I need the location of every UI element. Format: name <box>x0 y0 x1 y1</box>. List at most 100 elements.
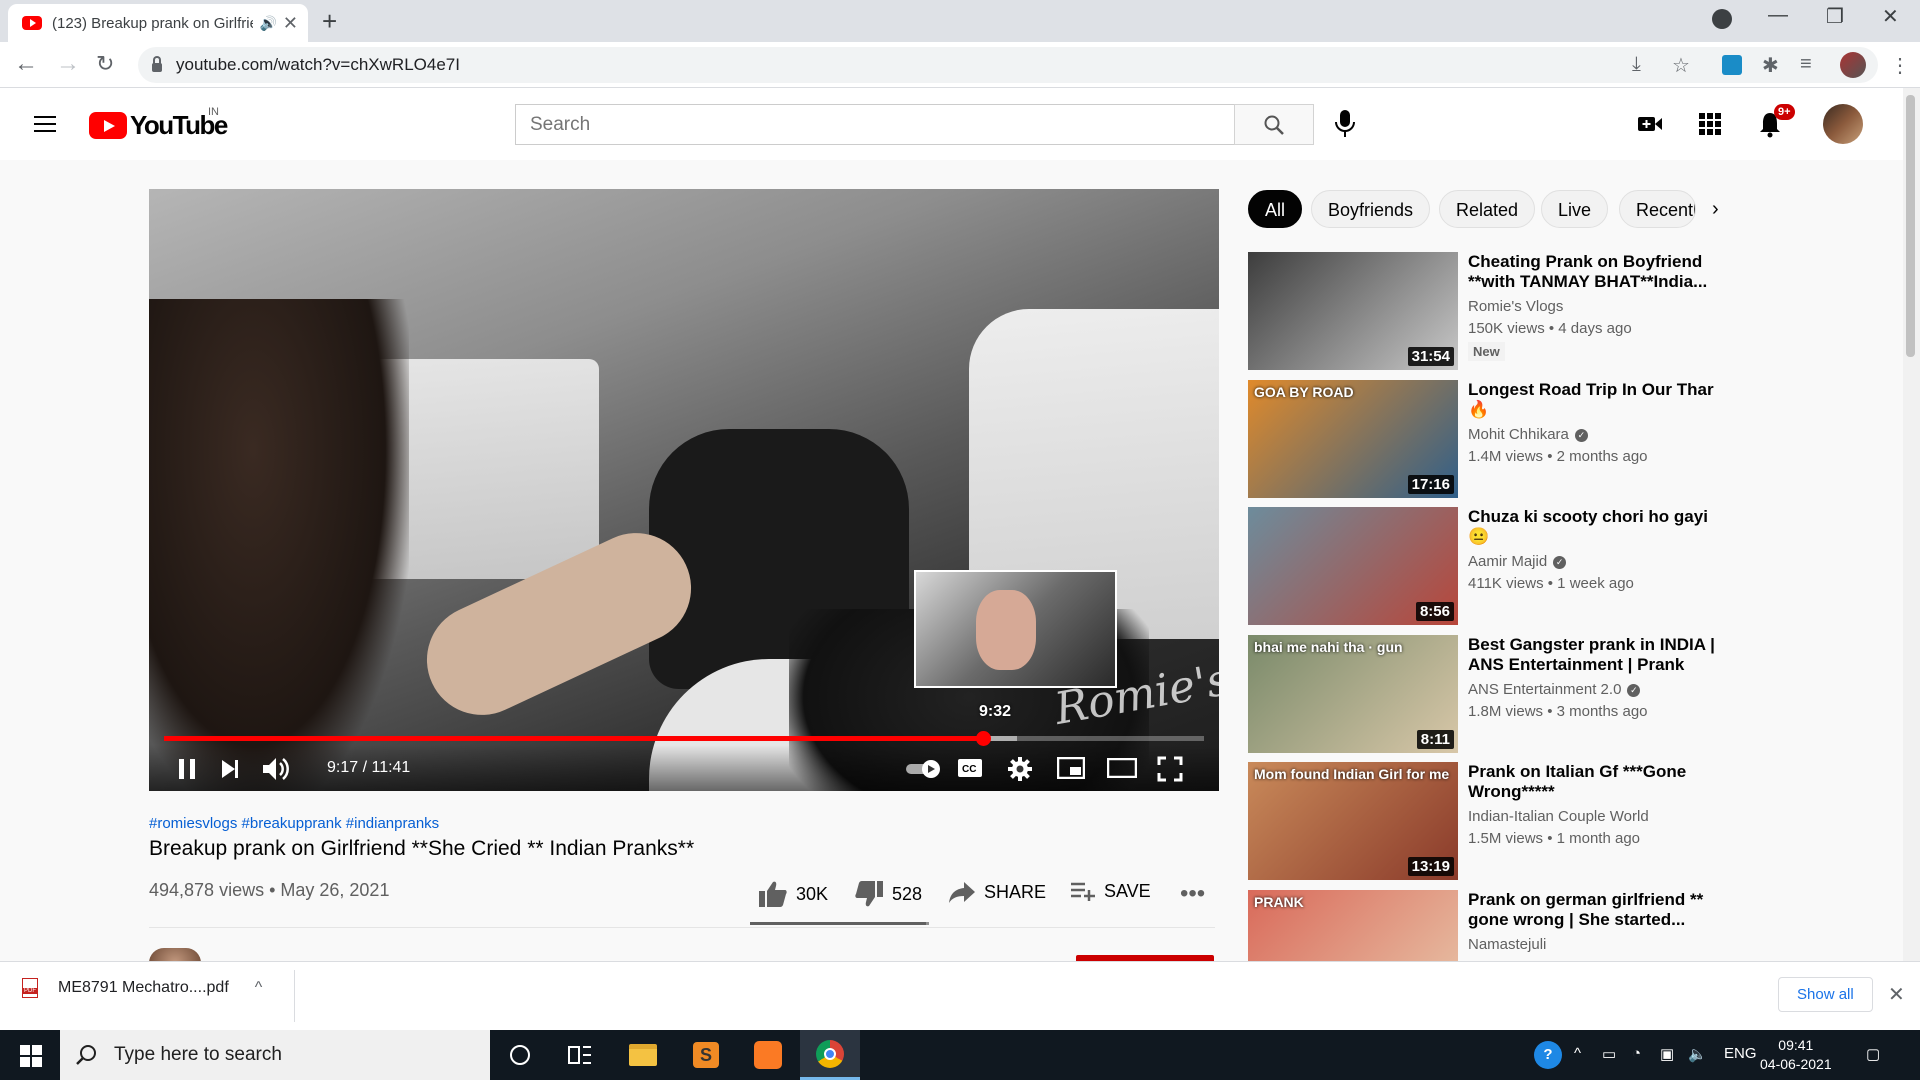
recommendation-channel[interactable]: Indian-Italian Couple World <box>1468 808 1649 825</box>
recommendation-item[interactable]: Mom found Indian Girl for me 13:19 Prank o… <box>1248 762 1718 880</box>
recommendation-channel[interactable]: Aamir Majid ✓ <box>1468 553 1567 570</box>
recommendation-item[interactable]: 31:54 Cheating Prank on Boyfriend **with … <box>1248 252 1718 370</box>
recommendation-channel[interactable]: ANS Entertainment 2.0 ✓ <box>1468 681 1641 698</box>
miniplayer-icon[interactable] <box>1057 757 1085 779</box>
chips-next-chevron-icon[interactable]: › <box>1712 198 1719 221</box>
recommendation-thumbnail[interactable]: bhai me nahi tha · gun 8:11 <box>1248 635 1458 753</box>
share-button[interactable]: SHARE <box>948 880 1046 904</box>
minimize-icon[interactable]: — <box>1768 4 1788 27</box>
autoplay-toggle-icon[interactable] <box>905 759 943 779</box>
recommendation-item[interactable]: bhai me nahi tha · gun 8:11 Best Gangster … <box>1248 635 1718 753</box>
media-control-icon[interactable]: ≡ <box>1800 53 1812 76</box>
windows-start-icon[interactable] <box>20 1045 42 1067</box>
install-app-icon[interactable]: ⤓ <box>1632 53 1641 76</box>
extension-icon[interactable] <box>1722 55 1742 75</box>
recommendation-title[interactable]: Longest Road Trip In Our Thar 🔥 <box>1468 380 1718 420</box>
notification-center-icon[interactable]: ▢ <box>1866 1045 1880 1063</box>
address-bar[interactable]: youtube.com/watch?v=chXwRLO4e7I <box>138 47 1878 83</box>
recommendation-meta: 1.5M views • 1 month ago <box>1468 830 1641 847</box>
recommendation-thumbnail[interactable]: 31:54 <box>1248 252 1458 370</box>
create-video-icon[interactable] <box>1636 110 1664 138</box>
theater-mode-icon[interactable] <box>1107 758 1137 778</box>
reload-icon[interactable]: ↻ <box>96 51 114 77</box>
apps-grid-icon[interactable] <box>1696 110 1724 138</box>
chip-boyfriends[interactable]: Boyfriends <box>1311 190 1431 228</box>
page-scrollbar-thumb[interactable] <box>1906 95 1915 357</box>
tab-search-icon[interactable] <box>1712 9 1732 29</box>
chip-live[interactable]: Live <box>1541 190 1609 228</box>
menu-hamburger-icon[interactable] <box>34 116 56 132</box>
extensions-puzzle-icon[interactable]: ✱ <box>1762 53 1779 78</box>
bookmark-star-icon[interactable]: ☆ <box>1672 53 1690 78</box>
recommendation-channel[interactable]: Namastejuli <box>1468 936 1546 953</box>
recommendation-title[interactable]: Chuza ki scooty chori ho gayi 😐 <box>1468 507 1718 547</box>
browser-tab[interactable]: (123) Breakup prank on Girlfriend **She … <box>8 4 308 42</box>
back-icon[interactable]: ← <box>14 50 38 78</box>
window-close-icon[interactable]: ✕ <box>1882 4 1899 29</box>
download-bar-close-icon[interactable]: ✕ <box>1888 982 1905 1007</box>
download-item[interactable]: ME8791 Mechatro....pdf ^ <box>22 978 262 998</box>
taskbar-search[interactable]: Type here to search <box>60 1030 490 1080</box>
video-hashtags[interactable]: #romiesvlogs #breakupprank #indianpranks <box>149 815 439 832</box>
save-playlist-icon <box>1071 882 1095 901</box>
forward-icon[interactable]: → <box>56 50 80 78</box>
input-language[interactable]: ENG <box>1724 1045 1757 1062</box>
tab-audio-icon[interactable]: 🔊 <box>259 15 276 32</box>
voice-search-mic-icon[interactable] <box>1333 108 1357 140</box>
chip-recently-uploaded[interactable]: Recently uploaded <box>1619 190 1696 228</box>
recommendation-item[interactable]: GOA BY ROAD 17:16 Longest Road Trip In Our… <box>1248 380 1718 498</box>
cortana-icon[interactable] <box>490 1030 550 1080</box>
speaker-icon[interactable]: 🔈 <box>1688 1045 1707 1063</box>
help-icon[interactable]: ? <box>1534 1041 1562 1069</box>
maximize-icon[interactable]: ❐ <box>1826 4 1844 29</box>
recommendation-title[interactable]: Prank on Italian Gf ***Gone Wrong***** <box>1468 762 1718 802</box>
recommendation-thumbnail[interactable]: Mom found Indian Girl for me 13:19 <box>1248 762 1458 880</box>
recommendation-channel[interactable]: Romie's Vlogs <box>1468 298 1563 315</box>
svg-text:CC: CC <box>962 764 976 775</box>
recommendation-thumbnail[interactable]: 8:56 <box>1248 507 1458 625</box>
chip-related[interactable]: Related <box>1439 190 1536 228</box>
chrome-taskbar-icon[interactable] <box>800 1030 860 1080</box>
save-button[interactable]: SAVE <box>1070 880 1151 902</box>
security-icon[interactable]: ▣ <box>1660 1045 1674 1063</box>
video-player[interactable]: Romie's 9:32 9:17 / 11:41 CC <box>149 189 1219 791</box>
section-divider <box>149 927 1215 928</box>
recommendation-title[interactable]: Best Gangster prank in INDIA | ANS Enter… <box>1468 635 1718 675</box>
fullscreen-icon[interactable] <box>1157 756 1183 782</box>
sublime-text-icon[interactable]: S <box>676 1030 736 1080</box>
pause-icon[interactable] <box>177 757 197 781</box>
volume-icon[interactable] <box>261 755 291 783</box>
file-explorer-icon[interactable] <box>613 1030 673 1080</box>
settings-gear-icon[interactable] <box>1007 756 1033 782</box>
xampp-icon[interactable] <box>738 1030 798 1080</box>
recommendation-channel[interactable]: Mohit Chhikara ✓ <box>1468 426 1588 443</box>
recommendation-thumbnail[interactable]: GOA BY ROAD 17:16 <box>1248 380 1458 498</box>
profile-avatar[interactable] <box>1840 52 1866 78</box>
battery-icon[interactable]: ▭ <box>1602 1045 1616 1063</box>
tray-chevron-up-icon[interactable]: ^ <box>1574 1045 1581 1062</box>
account-avatar[interactable] <box>1823 104 1863 144</box>
youtube-logo[interactable]: YouTube IN <box>89 106 228 141</box>
show-all-downloads-button[interactable]: Show all <box>1778 977 1873 1012</box>
chrome-menu-icon[interactable]: ⋮ <box>1890 53 1910 78</box>
task-view-icon[interactable] <box>550 1030 610 1080</box>
recommendation-item[interactable]: 8:56 Chuza ki scooty chori ho gayi 😐 Aamir… <box>1248 507 1718 625</box>
system-clock[interactable]: 09:41 04-06-2021 <box>1760 1036 1832 1074</box>
recommendation-title[interactable]: Prank on german girlfriend ** gone wrong… <box>1468 890 1718 930</box>
chip-all[interactable]: All <box>1248 190 1303 228</box>
tab-close-icon[interactable]: ✕ <box>283 13 298 34</box>
search-input[interactable] <box>515 104 1235 145</box>
recommendation-title[interactable]: Cheating Prank on Boyfriend **with TANMA… <box>1468 252 1718 292</box>
captions-icon[interactable]: CC <box>957 757 983 779</box>
chevron-up-icon[interactable]: ^ <box>255 979 263 997</box>
wifi-icon[interactable]: ◔ <box>1632 1045 1641 1062</box>
next-video-icon[interactable] <box>219 758 241 780</box>
dislike-button[interactable]: 528 <box>854 880 922 908</box>
progress-bar[interactable] <box>164 731 1204 746</box>
like-button[interactable]: 30K <box>758 880 828 908</box>
progress-scrubber-handle[interactable] <box>976 731 992 746</box>
thumbnail-text: bhai me nahi tha · gun <box>1254 639 1403 655</box>
new-tab-button[interactable]: + <box>322 6 337 37</box>
search-button[interactable] <box>1234 104 1314 145</box>
more-actions-icon[interactable]: ••• <box>1180 880 1205 908</box>
